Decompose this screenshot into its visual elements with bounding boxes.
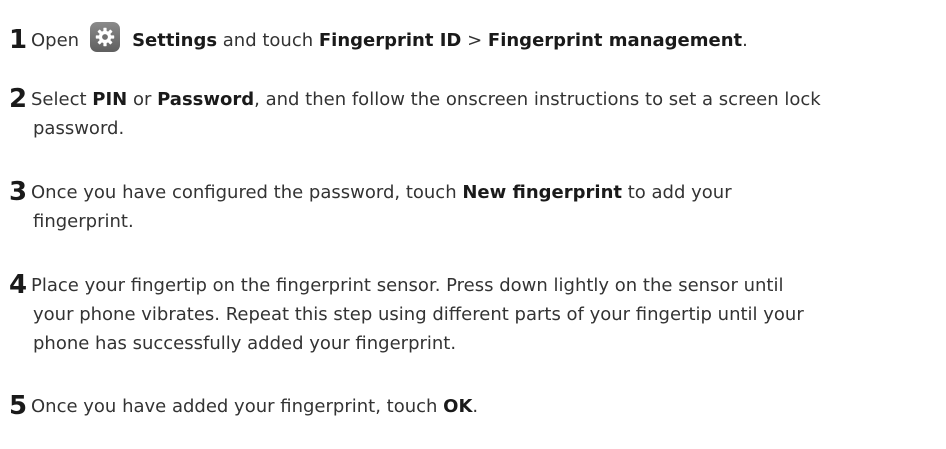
step-text: Once you have configured the password, t…	[31, 182, 463, 203]
step-text: Place your fingertip on the fingerprint …	[31, 275, 784, 296]
step-text: or	[127, 89, 158, 110]
step-text: to add your	[622, 182, 732, 203]
step-text: password.	[33, 118, 125, 139]
step-text: your phone vibrates. Repeat this step us…	[33, 304, 804, 325]
step-1: 1 Open Settings and touch Fingerprint ID >…	[9, 22, 939, 55]
step-line: fingerprint.	[9, 207, 939, 236]
step-text: Open	[31, 30, 80, 51]
step-text: fingerprint.	[33, 211, 134, 232]
ui-term: Settings	[132, 30, 218, 51]
step-number: 5	[9, 391, 28, 421]
step-2: 2 Select PIN or Password, and then follow…	[9, 85, 939, 143]
ui-term: Fingerprint ID	[318, 30, 462, 51]
ui-term: OK	[443, 396, 473, 417]
step-text: Select	[31, 89, 93, 110]
ui-term: PIN	[92, 89, 128, 110]
step-line: your phone vibrates. Repeat this step us…	[9, 300, 939, 329]
step-line: 2 Select PIN or Password, and then follow…	[9, 85, 939, 114]
step-line: 4 Place your fingertip on the fingerprint…	[9, 271, 939, 300]
step-text: .	[472, 396, 479, 417]
step-5: 5 Once you have added your fingerprint, t…	[9, 392, 939, 421]
ui-term: New fingerprint	[462, 182, 622, 203]
step-text: Once you have added your fingerprint, to…	[31, 396, 444, 417]
step-text: .	[742, 30, 748, 51]
step-number: 2	[9, 84, 28, 114]
step-text: >	[461, 30, 488, 51]
step-3: 3 Once you have configured the password, …	[9, 178, 939, 236]
step-line: 3 Once you have configured the password, …	[9, 178, 939, 207]
step-4: 4 Place your fingertip on the fingerprint…	[9, 271, 939, 358]
step-number: 1	[9, 25, 28, 55]
step-text: and touch	[217, 30, 319, 51]
instruction-page: 1 Open Settings and touch Fingerprint ID >…	[0, 0, 946, 449]
ui-term: Fingerprint management	[487, 30, 743, 51]
step-line: 5 Once you have added your fingerprint, t…	[9, 392, 939, 421]
step-text: , and then follow the onscreen instructi…	[254, 89, 821, 110]
step-number: 4	[9, 270, 28, 300]
settings-gear-icon	[90, 22, 121, 52]
step-line: password.	[9, 114, 939, 143]
step-line: phone has successfully added your finger…	[9, 329, 939, 358]
step-line: 1 Open Settings and touch Fingerprint ID >…	[9, 22, 939, 55]
step-text: phone has successfully added your finger…	[33, 333, 457, 354]
step-number: 3	[9, 177, 28, 207]
ui-term: Password	[157, 89, 255, 110]
